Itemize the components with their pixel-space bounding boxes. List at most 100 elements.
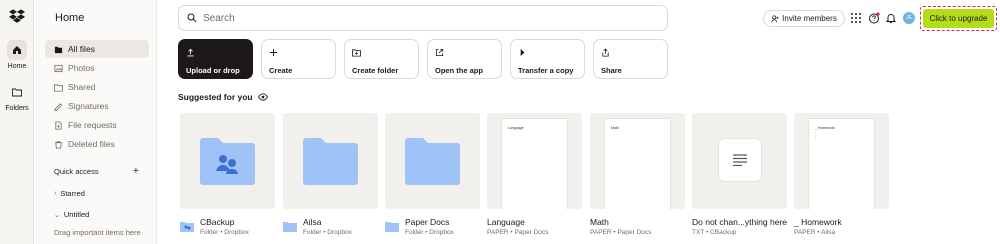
folder-icon xyxy=(7,82,27,102)
action-label: Share xyxy=(601,66,622,75)
create-button[interactable]: Create xyxy=(261,39,336,79)
suggested-tile-language[interactable]: Language xyxy=(487,113,582,209)
avatar[interactable]: JE xyxy=(903,12,915,24)
sidebar-item-label: Shared xyxy=(68,82,96,92)
suggested-title: Suggested for you xyxy=(178,92,253,102)
search-input[interactable] xyxy=(203,12,643,24)
new-folder-icon xyxy=(352,49,361,57)
upgrade-label: Click to upgrade xyxy=(929,14,988,23)
signature-icon xyxy=(54,102,63,111)
item-name: Paper Docs xyxy=(405,217,450,227)
person-add-icon xyxy=(771,14,779,22)
share-icon xyxy=(602,48,609,57)
suggested-tile-ailsa[interactable] xyxy=(283,113,378,209)
suggested-tile-homework[interactable]: _ Homework ▫ ▫ ▫ xyxy=(794,113,889,209)
share-button[interactable]: Share xyxy=(593,39,668,79)
dropbox-logo[interactable] xyxy=(9,8,25,24)
open-app-button[interactable]: Open the app xyxy=(427,39,502,79)
item-subtitle: PAPER • Ailsa xyxy=(794,229,836,236)
sidebar: Home All files Photos Shared Signatures … xyxy=(35,0,157,244)
starred-label: Starred xyxy=(60,189,85,198)
suggested-tile-paper-docs[interactable] xyxy=(385,113,480,209)
item-name: _ Homework xyxy=(794,217,842,227)
quick-access-heading: Quick access xyxy=(54,167,99,176)
sidebar-item-deleted-files[interactable]: Deleted files xyxy=(45,135,149,153)
sidebar-item-label: Photos xyxy=(68,63,95,73)
transfer-copy-button[interactable]: Transfer a copy xyxy=(510,39,585,79)
action-label: Upload or drop xyxy=(186,66,240,75)
sidebar-item-label: Signatures xyxy=(68,101,109,111)
help-icon[interactable] xyxy=(868,12,880,24)
paper-doc-thumbnail: Language xyxy=(502,119,567,209)
suggested-heading: Suggested for you xyxy=(178,92,268,102)
action-label: Create folder xyxy=(352,66,399,75)
item-subtitle: PAPER • Paper Docs xyxy=(487,229,549,236)
avatar-initials: JE xyxy=(906,15,912,21)
eye-icon[interactable] xyxy=(257,92,268,102)
item-name: Do not chan...ything here xyxy=(692,217,787,227)
transfer-icon xyxy=(520,48,525,57)
action-label: Create xyxy=(269,66,293,75)
home-icon xyxy=(7,40,27,60)
starred-section-toggle[interactable]: › Starred xyxy=(54,189,85,198)
item-subtitle: Folder • Dropbox xyxy=(405,229,454,236)
rail-item-label: Folders xyxy=(5,105,29,112)
quick-access-label: Quick access xyxy=(54,167,99,176)
sidebar-item-label: All files xyxy=(68,44,95,54)
shared-folder-icon xyxy=(200,138,255,185)
item-name: Ailsa xyxy=(303,217,322,227)
upgrade-highlight: Click to upgrade xyxy=(920,6,997,31)
shared-icon xyxy=(54,83,63,92)
plus-icon xyxy=(269,48,278,57)
item-subtitle: PAPER • Paper Docs xyxy=(590,229,652,236)
photos-icon xyxy=(54,64,63,72)
item-name: Math xyxy=(590,217,609,227)
doc-thumbnail-lines: ▫ ▫ ▫ xyxy=(815,131,817,141)
sidebar-item-file-requests[interactable]: File requests xyxy=(45,116,149,134)
search-icon xyxy=(187,13,197,23)
sidebar-item-label: Deleted files xyxy=(68,139,115,149)
upgrade-button[interactable]: Click to upgrade xyxy=(923,9,994,28)
upload-icon xyxy=(187,48,194,57)
apps-grid-icon[interactable] xyxy=(850,12,862,24)
folder-icon xyxy=(405,138,460,185)
sidebar-title: Home xyxy=(55,12,85,24)
txt-file-thumbnail xyxy=(719,139,761,181)
sidebar-item-label: File requests xyxy=(68,120,117,130)
sidebar-item-signatures[interactable]: Signatures xyxy=(45,97,149,115)
chevron-down-icon: ⌄ xyxy=(54,211,60,219)
invite-members-button[interactable]: Invite members xyxy=(763,10,845,27)
item-name: CBackup xyxy=(200,217,235,227)
doc-thumbnail-title: Language xyxy=(508,126,524,130)
sidebar-item-photos[interactable]: Photos xyxy=(45,59,149,77)
rail-item-label: Home xyxy=(7,63,27,70)
action-label: Transfer a copy xyxy=(518,66,574,75)
trash-icon xyxy=(55,140,62,149)
add-quick-access-button[interactable]: + xyxy=(133,166,139,177)
item-subtitle: TXT • CBackup xyxy=(692,229,737,236)
rail-item-folders[interactable]: Folders xyxy=(0,82,34,112)
paper-doc-thumbnail: Math xyxy=(605,119,670,209)
paper-doc-thumbnail: _ Homework ▫ ▫ ▫ xyxy=(809,119,874,209)
suggested-tile-cbackup[interactable] xyxy=(180,113,275,209)
text-lines-icon xyxy=(733,154,747,166)
bell-icon[interactable] xyxy=(885,12,897,24)
upload-button[interactable]: Upload or drop xyxy=(178,39,253,79)
item-subtitle: Folder • Dropbox xyxy=(303,229,352,236)
rail-item-home[interactable]: Home xyxy=(0,40,34,70)
chevron-right-icon: › xyxy=(54,190,57,197)
shared-folder-small-icon xyxy=(180,222,194,232)
sidebar-item-all-files[interactable]: All files xyxy=(45,40,149,58)
action-label: Open the app xyxy=(435,66,483,75)
suggested-tile-math[interactable]: Math xyxy=(590,113,685,209)
create-folder-button[interactable]: Create folder xyxy=(344,39,419,79)
search-bar[interactable] xyxy=(178,5,668,31)
item-subtitle: Folder • Dropbox xyxy=(200,229,249,236)
folder-icon xyxy=(303,138,358,185)
doc-thumbnail-title: Math xyxy=(611,126,619,130)
sidebar-item-shared[interactable]: Shared xyxy=(45,78,149,96)
untitled-section-toggle[interactable]: ⌄ Untitled xyxy=(54,210,89,219)
folder-small-icon xyxy=(385,222,399,232)
suggested-tile-txt[interactable] xyxy=(692,113,787,209)
folder-small-icon xyxy=(283,222,297,232)
